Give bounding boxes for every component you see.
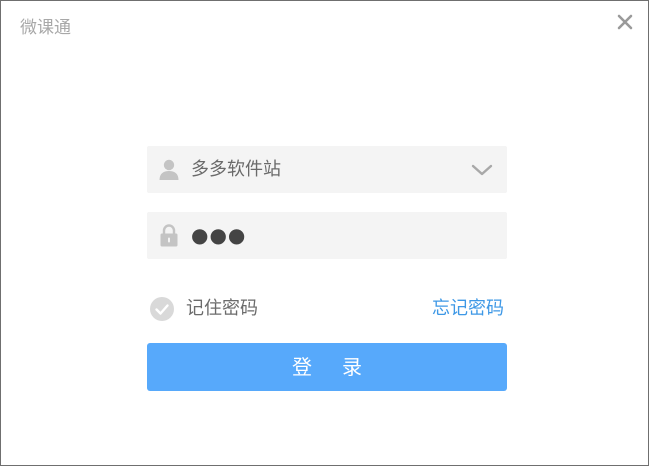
check-circle-icon[interactable]: [149, 296, 175, 322]
password-field[interactable]: ●●●: [147, 212, 507, 259]
user-icon: [157, 157, 181, 181]
login-button[interactable]: 登录: [147, 343, 507, 391]
remember-password-label: 记住密码: [186, 298, 258, 319]
login-window: 微课通 多多软件站 ●●● 记住密码 忘记密码 登录: [0, 0, 649, 466]
forgot-password-link[interactable]: 忘记密码: [432, 296, 504, 322]
username-field[interactable]: 多多软件站: [147, 146, 507, 193]
username-value[interactable]: 多多软件站: [191, 146, 461, 193]
lock-icon: [157, 223, 181, 247]
chevron-down-icon: [471, 164, 493, 176]
password-value[interactable]: ●●●: [191, 212, 461, 259]
close-icon: [617, 14, 633, 30]
app-title: 微课通: [20, 18, 71, 38]
username-dropdown-button[interactable]: [469, 157, 495, 183]
close-button[interactable]: [613, 10, 637, 34]
